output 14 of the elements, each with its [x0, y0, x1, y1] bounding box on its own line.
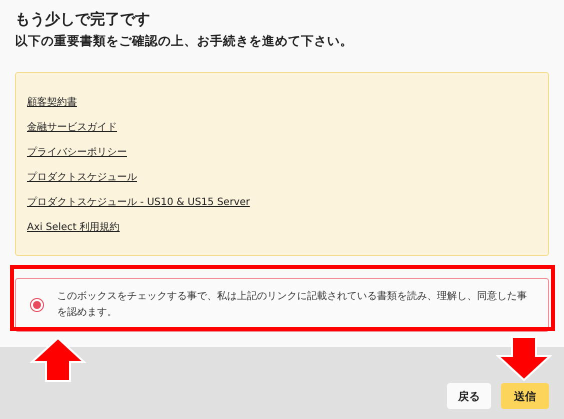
document-link[interactable]: 顧客契約書	[27, 96, 77, 110]
up-arrow-icon	[30, 336, 86, 383]
agreement-radio[interactable]	[30, 298, 44, 312]
submit-button[interactable]: 送信	[501, 383, 549, 409]
page-subtitle: 以下の重要書類をご確認の上、お手続きを進めて下さい。	[15, 32, 354, 50]
document-link[interactable]: Axi Select 利用規約	[27, 221, 120, 235]
document-link[interactable]: プロダクトスケジュール - US10 & US15 Server	[27, 196, 250, 210]
page-title: もう少しで完了です	[15, 9, 151, 29]
agreement-text: このボックスをチェックする事で、私は上記のリンクに記載されている書類を読み、理解し、同意した事を認めます。	[57, 290, 528, 320]
document-link[interactable]: プロダクトスケジュール	[27, 171, 137, 185]
document-link[interactable]: 金融サービスガイド	[27, 121, 117, 135]
document-link[interactable]: プライバシーポリシー	[27, 146, 127, 160]
down-arrow-icon	[496, 335, 552, 382]
back-button[interactable]: 戻る	[447, 383, 491, 409]
